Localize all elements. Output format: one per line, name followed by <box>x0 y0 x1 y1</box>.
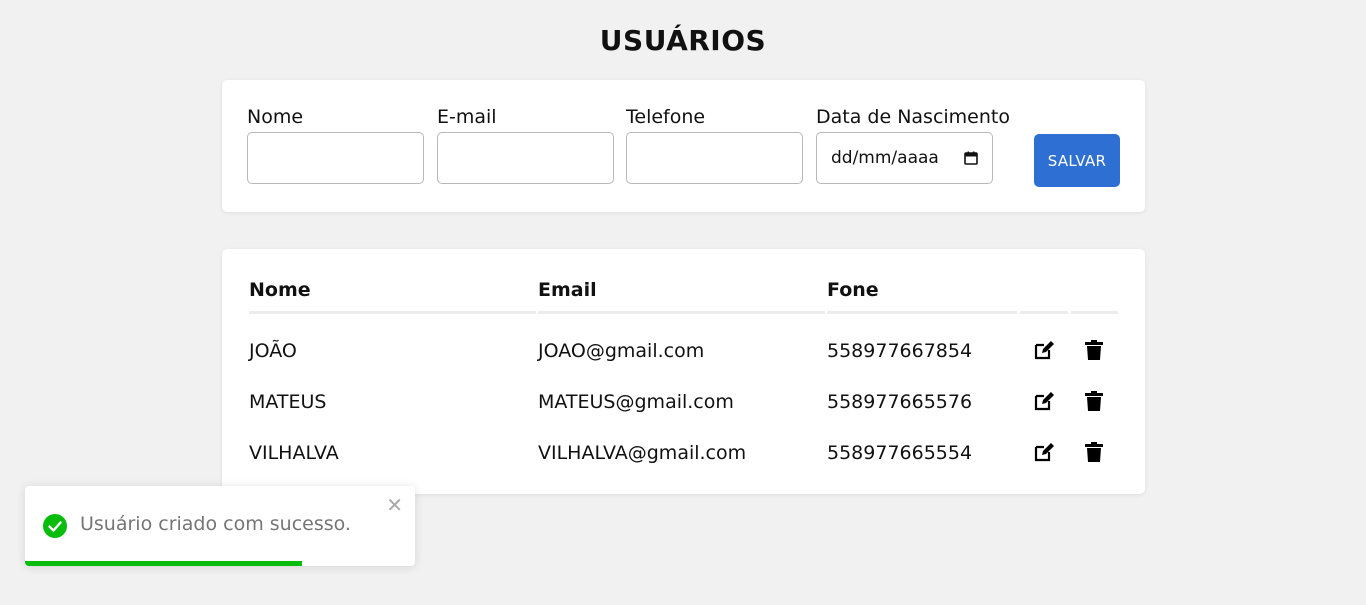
phone-field-group: Telefone <box>626 106 803 184</box>
name-label: Nome <box>247 106 304 128</box>
table-row: MATEUS MATEUS@gmail.com 558977665576 <box>222 382 1145 422</box>
cell-email: VILHALVA@gmail.com <box>538 442 747 464</box>
header-divider <box>1020 311 1068 314</box>
header-fone: Fone <box>827 279 879 301</box>
name-input[interactable] <box>247 132 424 184</box>
phone-input[interactable] <box>626 132 803 184</box>
edit-icon[interactable] <box>1033 390 1055 412</box>
trash-icon[interactable] <box>1083 390 1105 412</box>
header-divider <box>249 311 536 314</box>
cell-fone: 558977665576 <box>827 391 973 413</box>
close-icon[interactable]: ✕ <box>386 495 403 515</box>
table-row: JOÃO JOAO@gmail.com 558977667854 <box>222 331 1145 371</box>
header-divider <box>538 311 825 314</box>
trash-icon[interactable] <box>1083 441 1105 463</box>
cell-email: JOAO@gmail.com <box>538 340 705 362</box>
toast-progress-bar <box>25 561 302 566</box>
header-divider <box>1071 311 1118 314</box>
header-email: Email <box>538 279 597 301</box>
email-label: E-mail <box>437 106 497 128</box>
trash-icon[interactable] <box>1083 339 1105 361</box>
success-toast: Usuário criado com sucesso. ✕ <box>25 486 415 566</box>
birthdate-input[interactable]: dd/mm/aaaa <box>816 132 993 184</box>
page-title: USUÁRIOS <box>599 24 767 57</box>
edit-icon[interactable] <box>1033 441 1055 463</box>
name-field-group: Nome <box>247 106 424 184</box>
cell-fone: 558977667854 <box>827 340 973 362</box>
email-input[interactable] <box>437 132 614 184</box>
birthdate-field-group: Data de Nascimento dd/mm/aaaa <box>816 106 1010 184</box>
header-divider <box>827 311 1017 314</box>
user-form-card: Nome E-mail Telefone Data de Nascimento … <box>222 80 1145 212</box>
cell-email: MATEUS@gmail.com <box>538 391 734 413</box>
birthdate-value: dd/mm/aaaa <box>831 148 939 168</box>
cell-fone: 558977665554 <box>827 442 973 464</box>
email-field-group: E-mail <box>437 106 614 184</box>
check-circle-icon <box>43 514 67 538</box>
header-nome: Nome <box>249 279 311 301</box>
cell-nome: MATEUS <box>249 391 327 413</box>
cell-nome: VILHALVA <box>249 442 339 464</box>
table-row: VILHALVA VILHALVA@gmail.com 558977665554 <box>222 433 1145 473</box>
toast-message: Usuário criado com sucesso. <box>80 513 351 535</box>
birthdate-label: Data de Nascimento <box>816 106 1010 128</box>
users-table-card: Nome Email Fone JOÃO JOAO@gmail.com 5589… <box>222 249 1145 494</box>
save-button[interactable]: SALVAR <box>1034 134 1120 187</box>
calendar-icon[interactable] <box>964 151 978 165</box>
phone-label: Telefone <box>626 106 706 128</box>
edit-icon[interactable] <box>1033 339 1055 361</box>
cell-nome: JOÃO <box>249 340 297 362</box>
